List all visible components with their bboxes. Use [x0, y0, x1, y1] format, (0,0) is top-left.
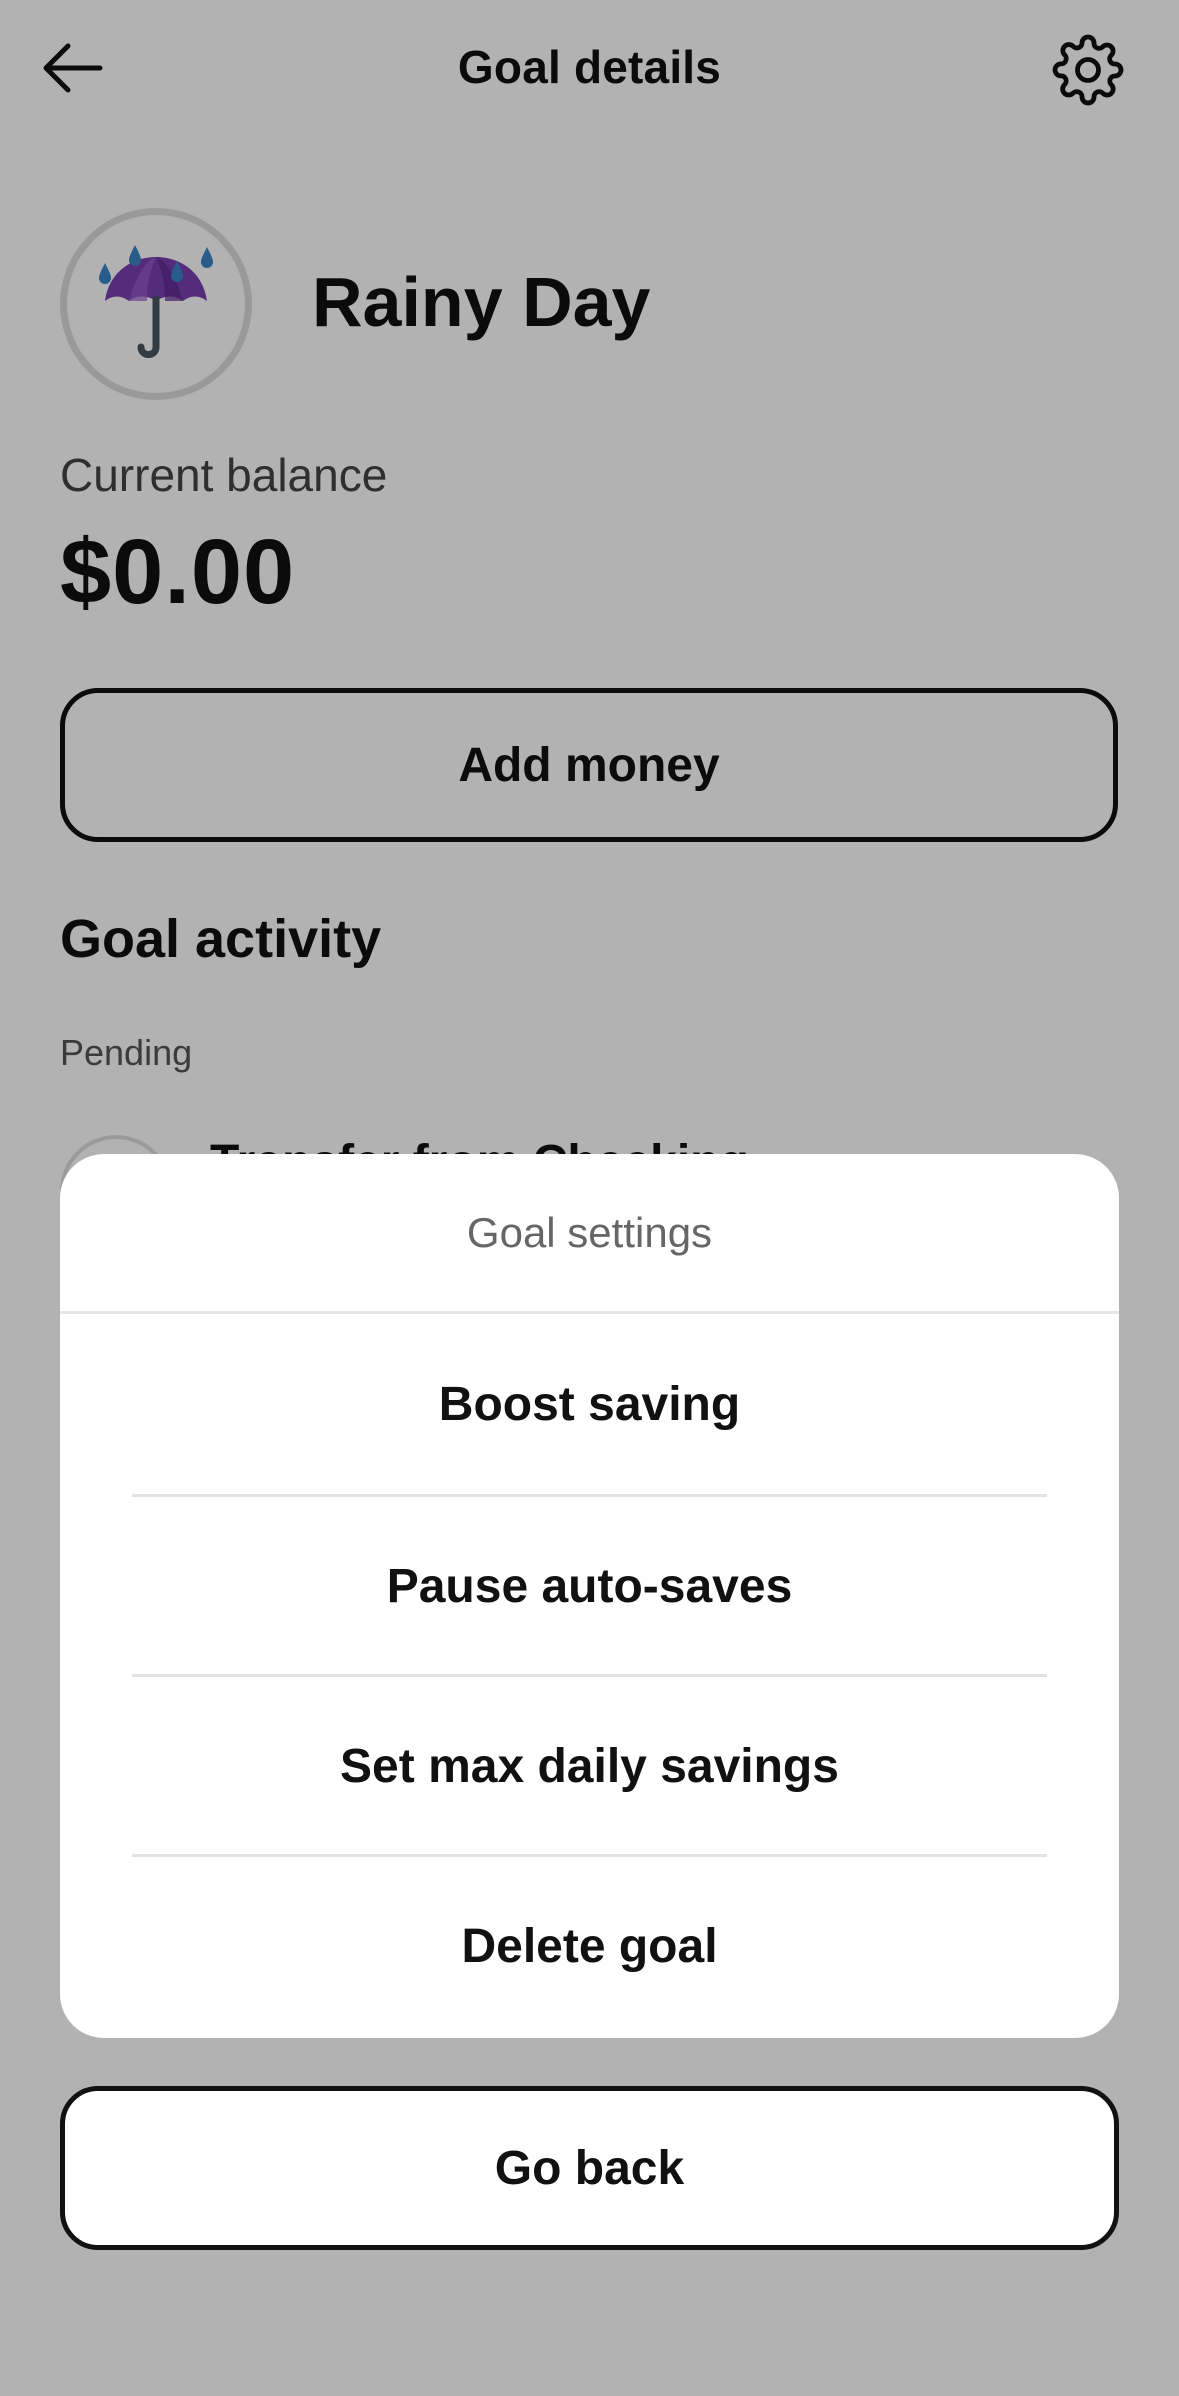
sheet-title: Goal settings	[60, 1154, 1119, 1314]
delete-goal-button[interactable]: Delete goal	[60, 1856, 1119, 2036]
pause-auto-saves-button[interactable]: Pause auto-saves	[60, 1496, 1119, 1676]
go-back-button[interactable]: Go back	[60, 2086, 1119, 2250]
boost-saving-button[interactable]: Boost saving	[60, 1314, 1119, 1494]
goal-settings-sheet: Goal settings Boost saving Pause auto-sa…	[60, 1154, 1119, 2038]
set-max-daily-savings-button[interactable]: Set max daily savings	[60, 1676, 1119, 1856]
